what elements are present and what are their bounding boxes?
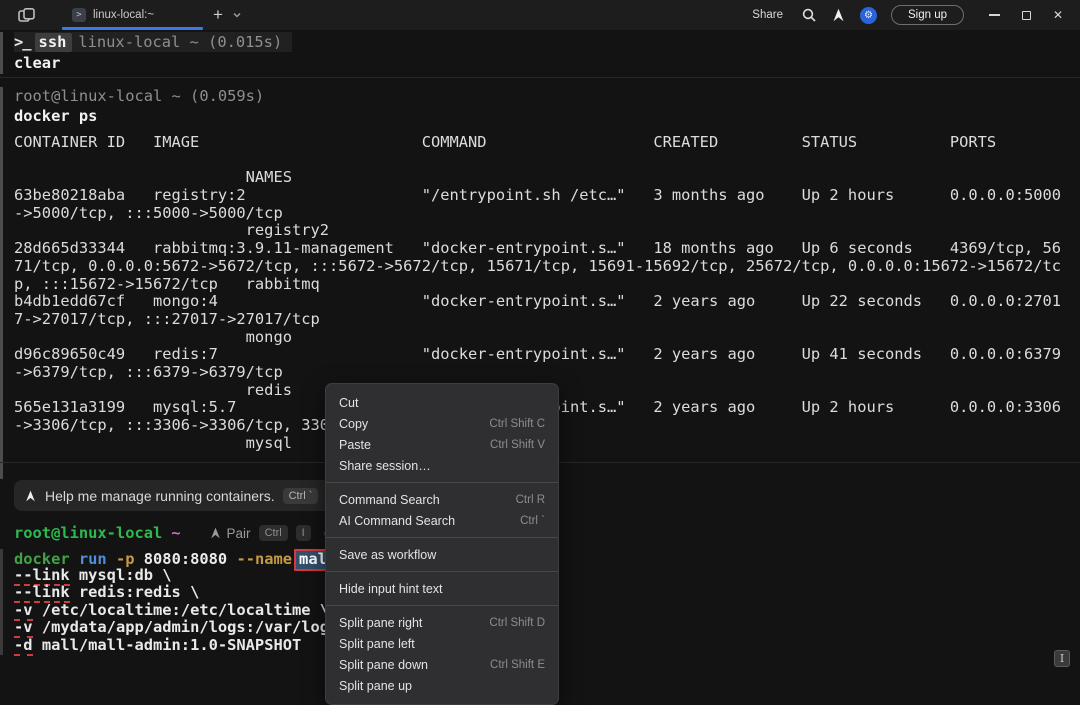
command-input[interactable]: docker run -p 8080:8080 --namemal --link… [14,549,357,655]
flag-d: -d [14,636,33,656]
arg-text: /mydata/app/admin/logs:/var/logs \ [33,618,357,636]
arg-text: redis:redis \ [70,583,200,601]
menu-item-save-as-workflow[interactable]: Save as workflow [326,544,558,565]
output-line: registry2 [14,222,1061,240]
block-indicator-bar [0,87,3,479]
menu-divider [326,605,558,606]
prompt-context-text: root@linux-local ~ (0.059s) [14,87,1061,105]
menu-item-hide-input-hint[interactable]: Hide input hint text [326,578,558,599]
arg-text: mysql:db \ [70,566,172,584]
menu-divider [326,482,558,483]
output-line: mongo [14,329,1061,347]
tab-title: linux-local:~ [93,9,154,21]
block-divider [0,77,1080,78]
output-line: b4db1edd67cf mongo:4 "docker-entrypoint.… [14,293,1061,311]
ai-hint-text: Help me manage running containers. [45,488,275,504]
ssh-command-line: >_ ssh linux-local ~ (0.015s) [14,32,292,52]
new-tab-button[interactable]: + [207,3,229,27]
search-icon[interactable] [801,7,817,23]
menu-item-copy[interactable]: CopyCtrl Shift C [326,413,558,434]
pair-key-chip: Ctrl [259,525,288,541]
share-button[interactable]: Share [752,9,783,21]
output-line: 7->27017/tcp, :::27017->27017/tcp [14,311,1061,329]
command-line-5[interactable]: -v /mydata/app/admin/logs:/var/logs \ [14,619,357,637]
titlebar: > linux-local:~ + Share ⚙ Sign up ✕ [0,0,1080,30]
pair-label: Pair [227,526,251,541]
arg-text: mall/mall-admin:1.0-SNAPSHOT [33,636,302,654]
output-line: ->6379/tcp, :::6379->6379/tcp [14,364,1061,382]
block-indicator-bar [0,32,3,74]
prompt-user-host: root@linux-local [14,524,162,542]
command-line-6[interactable]: -d mall/mall-admin:1.0-SNAPSHOT [14,637,357,655]
output-line: NAMES [14,169,1061,187]
menu-item-share-session[interactable]: Share session… [326,455,558,476]
menu-item-command-search[interactable]: Command SearchCtrl R [326,489,558,510]
block-indicator-bar [0,549,3,655]
settings-notification-icon[interactable]: ⚙ [860,7,877,24]
context-menu: Cut CopyCtrl Shift C PasteCtrl Shift V S… [325,383,559,705]
input-prompt-row: root@linux-local ~ Pair Ctrl I [14,522,338,544]
clear-command-text: clear [14,53,292,73]
menu-divider [326,537,558,538]
command-line-4[interactable]: -v /etc/localtime:/etc/localtime \ [14,602,357,620]
docker-ps-command-text: docker ps [14,106,1061,126]
signup-button[interactable]: Sign up [891,5,964,25]
warp-pair-icon [209,526,222,540]
tab-list-chevron-icon[interactable] [231,9,243,21]
output-line: 28d665d33344 rabbitmq:3.9.11-management … [14,240,1061,258]
output-line: 63be80218aba registry:2 "/entrypoint.sh … [14,187,1061,205]
tab-linux-local[interactable]: > linux-local:~ [62,0,202,30]
app-panels-icon[interactable] [18,8,36,22]
prompt-path-symbol: ~ [171,524,180,542]
ssh-command-chip: ssh [35,33,73,52]
ai-hint-shortcut-chip: Ctrl ` [283,488,319,504]
ssh-context-text: linux-local ~ (0.015s) [78,33,282,51]
menu-item-split-pane-right[interactable]: Split pane rightCtrl Shift D [326,612,558,633]
command-block-ssh[interactable]: >_ ssh linux-local ~ (0.015s) clear [14,32,292,73]
menu-item-paste[interactable]: PasteCtrl Shift V [326,434,558,455]
command-line-1[interactable]: docker run -p 8080:8080 --namemal [14,549,357,567]
output-line: CONTAINER ID IMAGE COMMAND CREATED STATU… [14,134,1061,152]
pair-indicator[interactable]: Pair Ctrl I [209,525,338,541]
menu-item-split-pane-down[interactable]: Split pane downCtrl Shift E [326,654,558,675]
maximize-icon [1022,11,1031,20]
output-line: ->5000/tcp, :::5000->5000/tcp [14,205,1061,223]
menu-item-split-pane-up[interactable]: Split pane up [326,675,558,696]
menu-item-ai-command-search[interactable]: AI Command SearchCtrl ` [326,510,558,531]
output-line: 71/tcp, 0.0.0.0:5672->5672/tcp, :::5672-… [14,258,1061,276]
warp-ai-icon[interactable] [831,7,846,23]
command-line-3[interactable]: --link redis:redis \ [14,584,357,602]
menu-item-split-pane-left[interactable]: Split pane left [326,633,558,654]
close-button[interactable]: ✕ [1042,0,1074,30]
token-flag-name: --name [227,550,292,568]
menu-divider [326,571,558,572]
minimize-button[interactable] [978,0,1010,30]
minimize-icon [989,14,1000,16]
warp-ai-icon [24,489,37,503]
arg-text: /etc/localtime:/etc/localtime \ [33,601,330,619]
maximize-button[interactable] [1010,0,1042,30]
terminal-tab-icon: > [72,8,86,22]
menu-item-cut[interactable]: Cut [326,392,558,413]
output-line [14,152,1061,170]
ai-hint-banner[interactable]: Help me manage running containers. Ctrl … [14,480,366,511]
status-indicator-badge[interactable]: I [1054,650,1070,667]
output-line: d96c89650c49 redis:7 "docker-entrypoint.… [14,346,1061,364]
pair-key-chip: I [296,525,311,541]
prompt-icon: >_ [14,33,31,51]
output-line: p, :::15672->15672/tcp rabbitmq [14,276,1061,294]
gear-icon: ⚙ [860,7,877,24]
active-tab-underline [62,27,203,30]
